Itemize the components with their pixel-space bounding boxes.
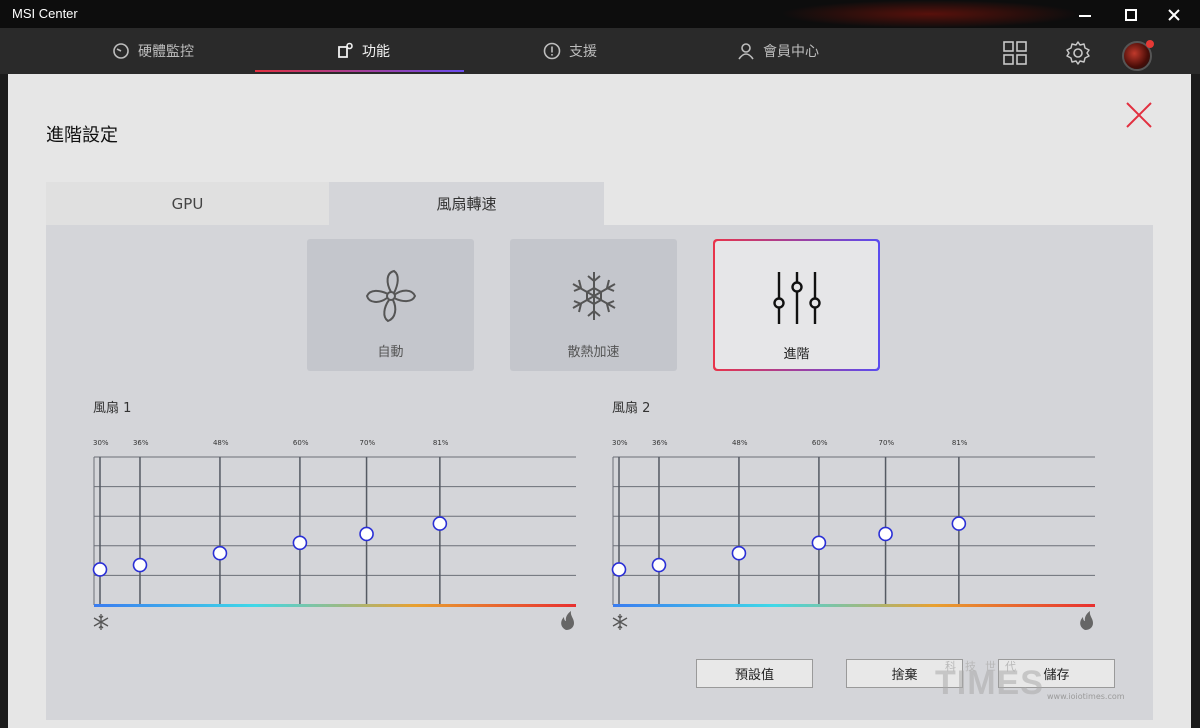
- x-tick-label: 30%: [612, 439, 628, 447]
- mode-cooler-boost-label: 散熱加速: [567, 345, 620, 360]
- mode-cooler-boost-card[interactable]: 散熱加速: [510, 239, 677, 371]
- curve-point[interactable]: [951, 516, 967, 531]
- nav-tab-label: 會員中心: [763, 44, 819, 60]
- mode-advanced-label: 進階: [783, 347, 810, 362]
- title-bar-glow: [780, 0, 1080, 28]
- x-tick-label: 36%: [133, 439, 149, 447]
- curve-point[interactable]: [811, 535, 827, 551]
- x-tick-label: 70%: [879, 439, 895, 447]
- sliders-icon: [772, 272, 821, 324]
- close-icon: [1126, 102, 1152, 128]
- flame-icon: [1080, 611, 1093, 630]
- curve-point[interactable]: [132, 557, 148, 573]
- save-button[interactable]: 儲存: [998, 659, 1115, 688]
- title-bar: MSI Center: [0, 0, 1200, 28]
- x-tick-label: 48%: [213, 439, 229, 447]
- curve-point[interactable]: [651, 557, 667, 573]
- fan-icon: [365, 269, 416, 323]
- x-tick-label: 36%: [652, 439, 668, 447]
- x-tick-label: 48%: [732, 439, 748, 447]
- advanced-settings-dialog: 進階設定 GPU 風扇轉速 自動 散熱加速 進階 風扇 1 風扇 2 30% 3…: [8, 74, 1191, 728]
- grid-icon: [1003, 41, 1027, 65]
- minimize-icon: [1079, 15, 1091, 17]
- gear-icon: [1066, 41, 1090, 65]
- curve-point[interactable]: [432, 516, 448, 531]
- snowflake-icon: [572, 272, 615, 320]
- nav-tab-member[interactable]: 會員中心: [728, 28, 828, 74]
- mode-auto-label: 自動: [377, 345, 404, 360]
- x-tick-label: 70%: [360, 439, 376, 447]
- x-tick-label: 60%: [293, 439, 309, 447]
- app-title: MSI Center: [12, 6, 78, 21]
- settings-button[interactable]: [1063, 38, 1093, 68]
- x-tick-label: 81%: [952, 439, 968, 447]
- tab-fan-speed[interactable]: 風扇轉速: [329, 182, 604, 225]
- x-tick-label: 60%: [812, 439, 828, 447]
- nav-tab-label: 功能: [362, 44, 390, 60]
- dialog-close-button[interactable]: [1124, 100, 1154, 130]
- tab-gpu[interactable]: GPU: [46, 182, 329, 225]
- dialog-title: 進階設定: [46, 125, 118, 146]
- mode-auto-card[interactable]: 自動: [307, 239, 474, 371]
- maximize-button[interactable]: [1118, 4, 1144, 26]
- maximize-icon: [1125, 9, 1137, 21]
- x-tick-label: 30%: [93, 439, 109, 447]
- mode-advanced-card[interactable]: 進階: [713, 239, 880, 371]
- active-tab-underline: [255, 70, 464, 72]
- gauge-icon: [113, 43, 129, 59]
- close-icon: [1168, 9, 1180, 21]
- nav-tab-features[interactable]: 功能: [318, 28, 408, 74]
- fan-1-curve-chart[interactable]: 30% 36% 48% 60% 70% 81%: [92, 435, 582, 635]
- x-tick-label: 81%: [433, 439, 449, 447]
- snowflake-icon: [612, 614, 628, 630]
- curve-point[interactable]: [292, 535, 308, 551]
- curve-point[interactable]: [359, 526, 374, 542]
- minimize-button[interactable]: [1072, 4, 1098, 26]
- fan-speed-panel: 自動 散熱加速 進階 風扇 1 風扇 2 30% 36% 48% 60% 70%…: [46, 225, 1153, 720]
- temperature-gradient-bar: [94, 604, 576, 607]
- close-window-button[interactable]: [1161, 4, 1187, 26]
- curve-point[interactable]: [212, 545, 228, 561]
- curve-point[interactable]: [611, 562, 627, 577]
- fan-1-title: 風扇 1: [93, 401, 132, 416]
- curve-point[interactable]: [878, 526, 893, 542]
- fan-2-title: 風扇 2: [612, 401, 651, 416]
- curve-point[interactable]: [92, 562, 108, 577]
- user-icon: [738, 43, 754, 60]
- temperature-gradient-bar: [613, 604, 1095, 607]
- default-button[interactable]: 預設值: [696, 659, 813, 688]
- nav-tab-hardware-monitor[interactable]: 硬體監控: [98, 28, 208, 74]
- nav-tab-label: 支援: [569, 44, 597, 60]
- fan-2-curve-chart[interactable]: 30% 36% 48% 60% 70% 81%: [611, 435, 1101, 635]
- help-icon: [543, 42, 561, 60]
- curve-point[interactable]: [731, 545, 747, 561]
- feature-icon: [338, 42, 353, 58]
- grid-button[interactable]: [1000, 38, 1030, 68]
- discard-button[interactable]: 捨棄: [846, 659, 963, 688]
- nav-tab-label: 硬體監控: [138, 44, 194, 60]
- notification-dot: [1146, 40, 1154, 48]
- flame-icon: [561, 611, 574, 630]
- nav-tab-support[interactable]: 支援: [530, 28, 610, 74]
- snowflake-icon: [93, 614, 109, 630]
